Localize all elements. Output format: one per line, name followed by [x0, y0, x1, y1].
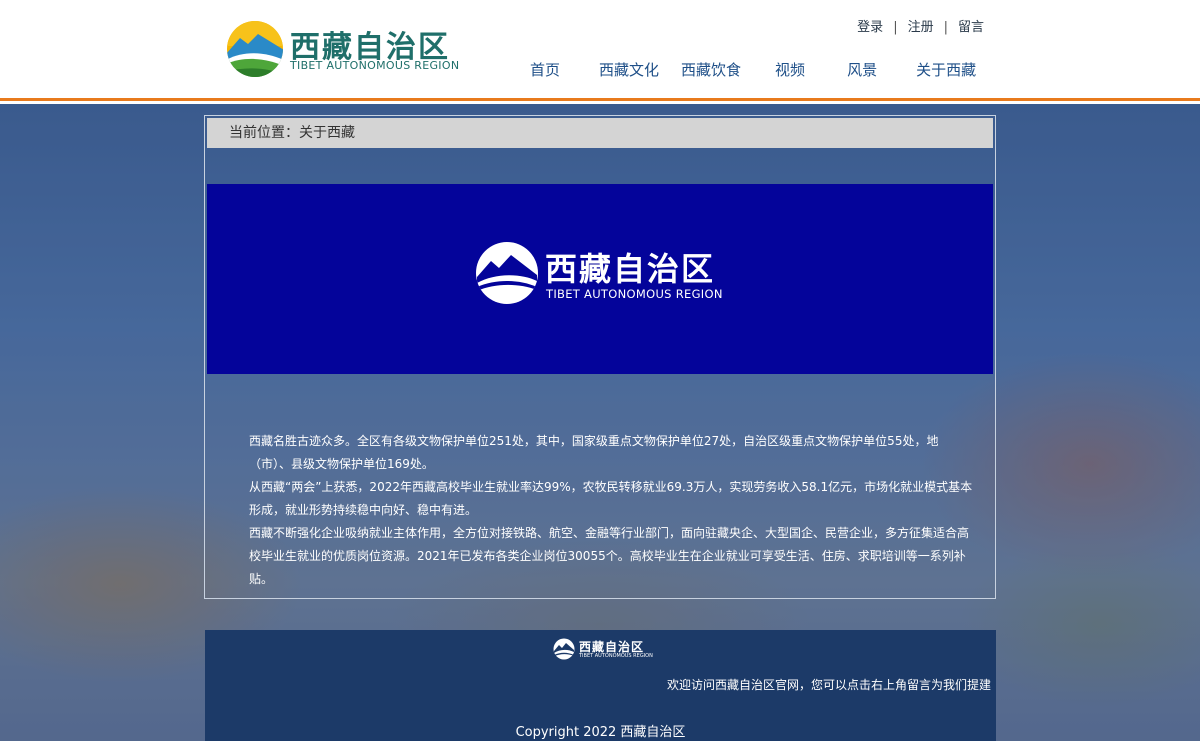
- nav-item-scenery[interactable]: 风景: [847, 59, 877, 79]
- article-content: 西藏名胜古迹众多。全区有各级文物保护单位251处，其中，国家级重点文物保护单位2…: [249, 430, 979, 591]
- site-logo[interactable]: 西藏自治区 TIBET AUTONOMOUS REGION: [226, 20, 460, 78]
- logo-subtitle: TIBET AUTONOMOUS REGION: [290, 59, 460, 72]
- banner: 西藏自治区 TIBET AUTONOMOUS REGION: [207, 184, 993, 374]
- divider: |: [943, 20, 948, 35]
- breadcrumb: 当前位置：关于西藏: [207, 118, 993, 148]
- main-panel: 当前位置：关于西藏 西藏自治区 TIBET AUTONOMOUS REGION …: [204, 115, 996, 599]
- banner-logo: 西藏自治区 TIBET AUTONOMOUS REGION: [475, 241, 735, 307]
- logo-mountain-icon: [553, 638, 575, 660]
- site-header: 西藏自治区 TIBET AUTONOMOUS REGION 登录 | 注册 | 留言 首…: [0, 0, 1200, 101]
- footer-logo-subtitle: TIBET AUTONOMOUS REGION: [579, 653, 653, 659]
- main-nav: 首页 西藏文化 西藏饮食 视频 风景 关于西藏: [510, 59, 976, 79]
- divider: |: [893, 20, 898, 35]
- banner-subtitle: TIBET AUTONOMOUS REGION: [546, 287, 723, 301]
- nav-item-about[interactable]: 关于西藏: [916, 59, 976, 79]
- nav-item-video[interactable]: 视频: [775, 59, 805, 79]
- paragraph: 西藏名胜古迹众多。全区有各级文物保护单位251处，其中，国家级重点文物保护单位2…: [249, 434, 939, 471]
- register-link[interactable]: 注册: [908, 20, 934, 35]
- paragraph: 西藏不断强化企业吸纳就业主体作用，全方位对接铁路、航空、金融等行业部门，面向驻藏…: [249, 526, 970, 586]
- banner-title: 西藏自治区: [545, 250, 716, 288]
- footer-message: 欢迎访问西藏自治区官网，您可以点击右上角留言为我们提建: [666, 678, 991, 692]
- site-footer: 西藏自治区 TIBET AUTONOMOUS REGION 欢迎访问西藏自治区官…: [205, 630, 996, 741]
- breadcrumb-text: 当前位置：关于西藏: [229, 125, 355, 141]
- message-link[interactable]: 留言: [958, 20, 984, 35]
- footer-logo: 西藏自治区 TIBET AUTONOMOUS REGION: [553, 638, 653, 662]
- login-link[interactable]: 登录: [857, 20, 883, 35]
- paragraph: 从西藏“两会”上获悉，2022年西藏高校毕业生就业率达99%，农牧民转移就业69…: [249, 480, 973, 517]
- nav-item-culture[interactable]: 西藏文化: [599, 59, 659, 79]
- logo-mountain-icon: [476, 242, 538, 304]
- nav-item-home[interactable]: 首页: [530, 59, 560, 79]
- logo-mountain-icon: [227, 21, 283, 77]
- nav-item-food[interactable]: 西藏饮食: [681, 59, 741, 79]
- top-links: 登录 | 注册 | 留言: [857, 16, 984, 35]
- copyright: Copyright 2022 西藏自治区: [515, 725, 686, 740]
